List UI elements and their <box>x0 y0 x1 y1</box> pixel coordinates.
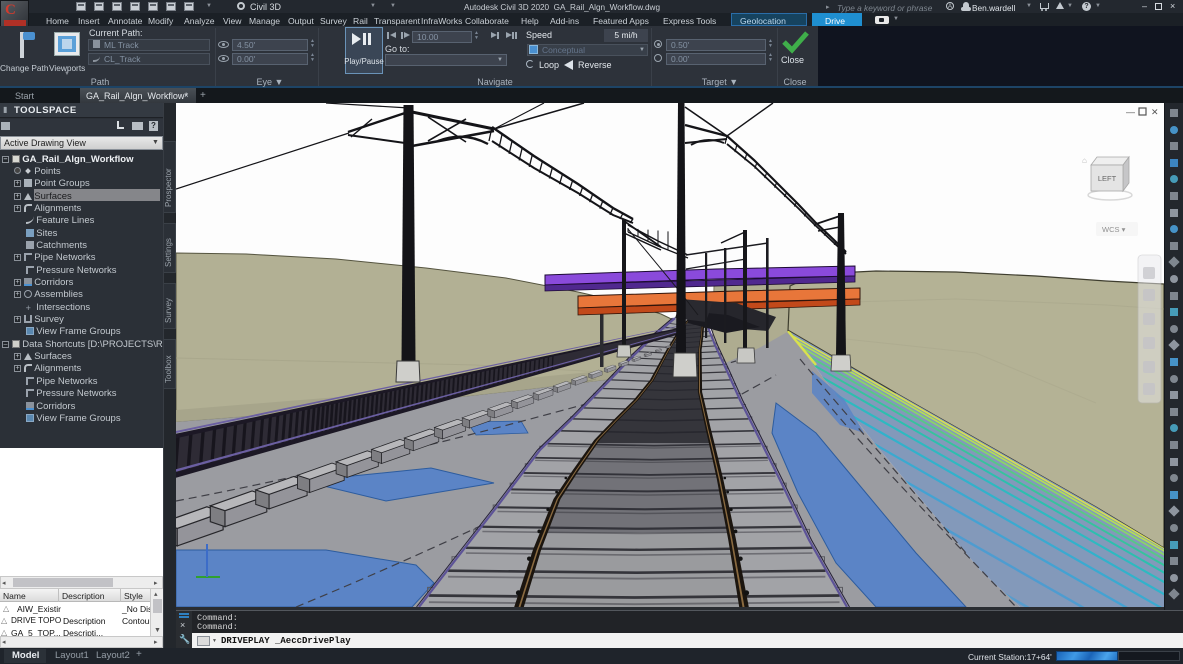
svg-text:LEFT: LEFT <box>1098 174 1117 183</box>
svg-text:—: — <box>1126 107 1135 117</box>
svg-text:⌂: ⌂ <box>1082 156 1087 165</box>
svg-text:✕: ✕ <box>1151 107 1159 117</box>
svg-text:WCS ▾: WCS ▾ <box>1102 225 1126 234</box>
